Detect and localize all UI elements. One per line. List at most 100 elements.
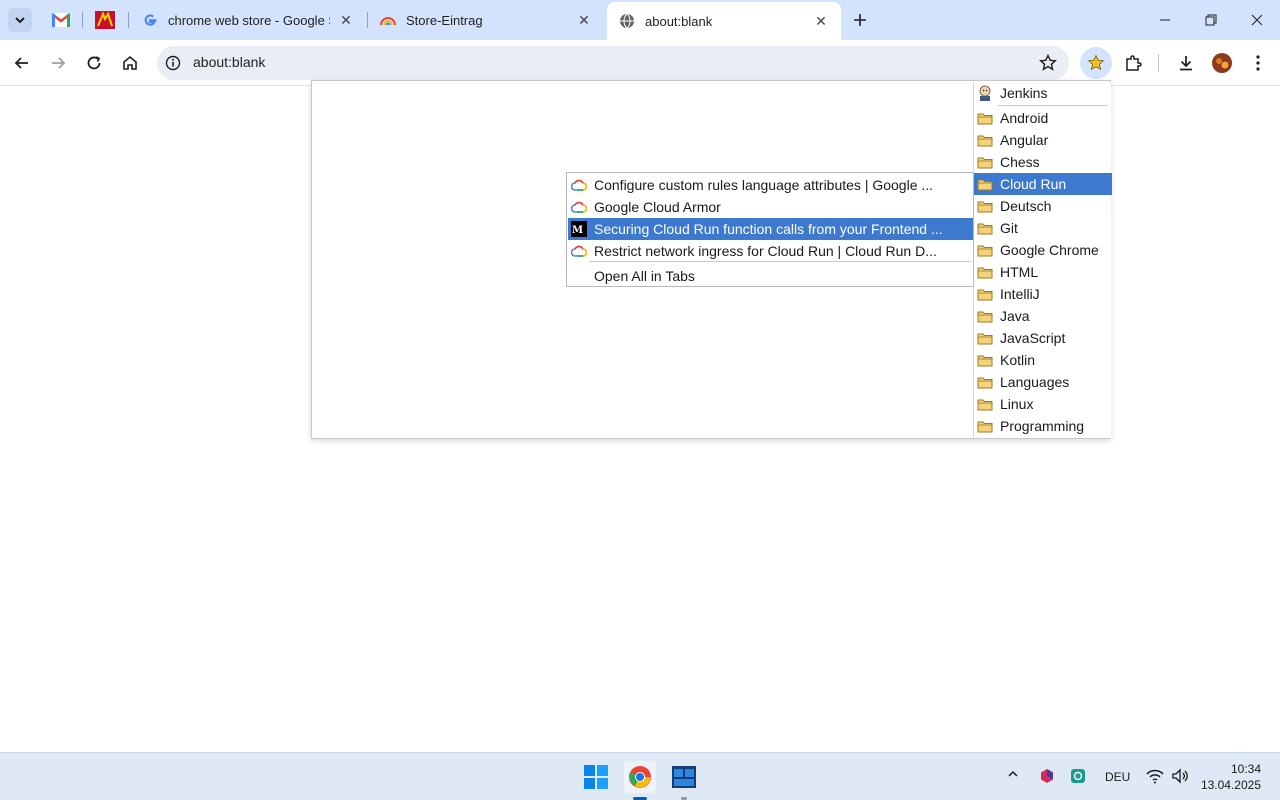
- tab-chrome-web-store[interactable]: chrome web store - Google Suche ✕: [130, 0, 366, 40]
- submenu-item-restrict-ingress[interactable]: Restrict network ingress for Cloud Run |…: [568, 240, 973, 262]
- globe-icon: [619, 13, 635, 29]
- folder-icon: [977, 265, 993, 279]
- tab-store-eintrag[interactable]: Store-Eintrag ✕: [368, 0, 604, 40]
- new-tab-button[interactable]: [848, 8, 872, 32]
- windows-logo-icon: [584, 765, 608, 789]
- home-button[interactable]: [114, 47, 146, 79]
- close-icon[interactable]: ✕: [813, 13, 829, 29]
- minimize-button[interactable]: [1142, 0, 1188, 40]
- folder-label: Git: [1000, 220, 1018, 236]
- start-button[interactable]: [580, 761, 612, 793]
- pinned-tab-app[interactable]: [88, 6, 122, 34]
- address-input[interactable]: about:blank: [193, 54, 265, 70]
- close-icon: [1251, 14, 1263, 26]
- cloud-run-submenu: Configure custom rules language attribut…: [566, 172, 974, 287]
- bookmark-star-icon[interactable]: [1039, 54, 1057, 72]
- close-icon[interactable]: ✕: [576, 12, 592, 28]
- chevron-down-icon: [15, 17, 25, 24]
- folder-icon: [977, 287, 993, 301]
- bookmark-folder-programming[interactable]: Programming: [974, 415, 1112, 437]
- profile-button[interactable]: [1206, 47, 1238, 79]
- wifi-icon[interactable]: [1146, 768, 1164, 787]
- bookmarks-extension-button[interactable]: [1080, 47, 1112, 79]
- folder-label: IntelliJ: [1000, 286, 1040, 302]
- avatar: [1212, 53, 1232, 73]
- submenu-item-securing-cloud-run[interactable]: M Securing Cloud Run function calls from…: [568, 218, 973, 240]
- tray-app-2[interactable]: [1070, 768, 1086, 787]
- bookmark-folder-android[interactable]: Android: [974, 107, 1112, 129]
- google-cloud-icon: [571, 177, 587, 193]
- folder-label: HTML: [1000, 264, 1039, 280]
- bookmark-folder-kotlin[interactable]: Kotlin: [974, 349, 1112, 371]
- star-folder-icon: [1087, 54, 1105, 71]
- tab-title: chrome web store - Google Suche: [168, 12, 330, 28]
- bookmark-folder-git[interactable]: Git: [974, 217, 1112, 239]
- bookmark-folder-intellij[interactable]: IntelliJ: [974, 283, 1112, 305]
- close-window-button[interactable]: [1234, 0, 1280, 40]
- info-icon[interactable]: [165, 55, 181, 71]
- clock-date: 13.04.2025: [1200, 778, 1261, 792]
- bookmark-folder-linux[interactable]: Linux: [974, 393, 1112, 415]
- bookmark-folder-deutsch[interactable]: Deutsch: [974, 195, 1112, 217]
- teal-app-icon: [1071, 769, 1085, 783]
- volume-icon[interactable]: [1171, 768, 1189, 787]
- arrow-right-icon: [52, 57, 66, 69]
- taskbar-app[interactable]: [668, 761, 700, 793]
- extensions-button[interactable]: [1117, 47, 1149, 79]
- folder-icon: [977, 375, 993, 389]
- folder-label: Google Chrome: [1000, 242, 1099, 258]
- folder-icon: [977, 353, 993, 367]
- taskbar-chrome[interactable]: [624, 761, 656, 793]
- tab-search-button[interactable]: [8, 8, 32, 32]
- submenu-item-cloud-armor[interactable]: Google Cloud Armor: [568, 196, 973, 218]
- google-cloud-icon: [571, 199, 587, 215]
- downloads-button[interactable]: [1170, 47, 1202, 79]
- rainbow-icon: [380, 12, 396, 28]
- home-icon: [123, 55, 137, 70]
- folder-label: Programming: [1000, 418, 1085, 434]
- bookmark-folder-google-chrome[interactable]: Google Chrome: [974, 239, 1112, 261]
- plus-icon: [854, 14, 866, 26]
- folder-icon: [977, 199, 993, 213]
- google-cloud-icon: [571, 243, 587, 259]
- close-icon[interactable]: ✕: [338, 12, 354, 28]
- submenu-item-label: Google Cloud Armor: [594, 199, 721, 215]
- minimize-icon: [1160, 19, 1170, 21]
- puzzle-icon: [1126, 55, 1142, 71]
- download-icon: [1180, 56, 1192, 71]
- more-vert-icon: [1256, 55, 1260, 71]
- bookmark-folder-list: Jenkins Android Angular Chess Cloud Run Deut…: [973, 82, 1112, 438]
- restore-button[interactable]: [1188, 0, 1234, 40]
- bookmark-folder-angular[interactable]: Angular: [974, 129, 1112, 151]
- folder-icon: [977, 397, 993, 411]
- bookmark-folder-languages[interactable]: Languages: [974, 371, 1112, 393]
- folder-icon: [977, 177, 993, 191]
- clock[interactable]: 10:34 13.04.2025: [1201, 761, 1261, 793]
- forward-button[interactable]: [42, 47, 74, 79]
- hexagon-app-icon: [1041, 769, 1053, 783]
- pinned-tab-gmail[interactable]: [44, 6, 78, 34]
- chrome-menu-button[interactable]: [1242, 47, 1274, 79]
- folder-label: Languages: [1000, 374, 1070, 390]
- folder-icon: [977, 111, 993, 125]
- back-button[interactable]: [6, 47, 38, 79]
- bookmark-folder-cloud-run[interactable]: Cloud Run: [974, 173, 1112, 195]
- bookmark-item-jenkins[interactable]: Jenkins: [974, 82, 1112, 104]
- separator: [589, 261, 971, 262]
- bookmark-folder-java[interactable]: Java: [974, 305, 1112, 327]
- language-indicator[interactable]: DEU: [1105, 770, 1130, 784]
- tab-about-blank[interactable]: about:blank ✕: [607, 2, 841, 40]
- bookmark-folder-html[interactable]: HTML: [974, 261, 1112, 283]
- tray-overflow-button[interactable]: [1007, 768, 1019, 783]
- folder-icon: [977, 133, 993, 147]
- reload-button[interactable]: [78, 47, 110, 79]
- app-logo-icon: [95, 11, 115, 29]
- tray-app-1[interactable]: [1039, 768, 1055, 787]
- bookmark-folder-chess[interactable]: Chess: [974, 151, 1112, 173]
- address-bar[interactable]: about:blank: [157, 46, 1069, 80]
- restore-icon: [1205, 14, 1217, 26]
- bookmark-folder-javascript[interactable]: JavaScript: [974, 327, 1112, 349]
- svg-text:M: M: [572, 225, 583, 236]
- submenu-item-custom-rules[interactable]: Configure custom rules language attribut…: [568, 174, 973, 196]
- open-all-in-tabs[interactable]: Open All in Tabs: [568, 265, 973, 287]
